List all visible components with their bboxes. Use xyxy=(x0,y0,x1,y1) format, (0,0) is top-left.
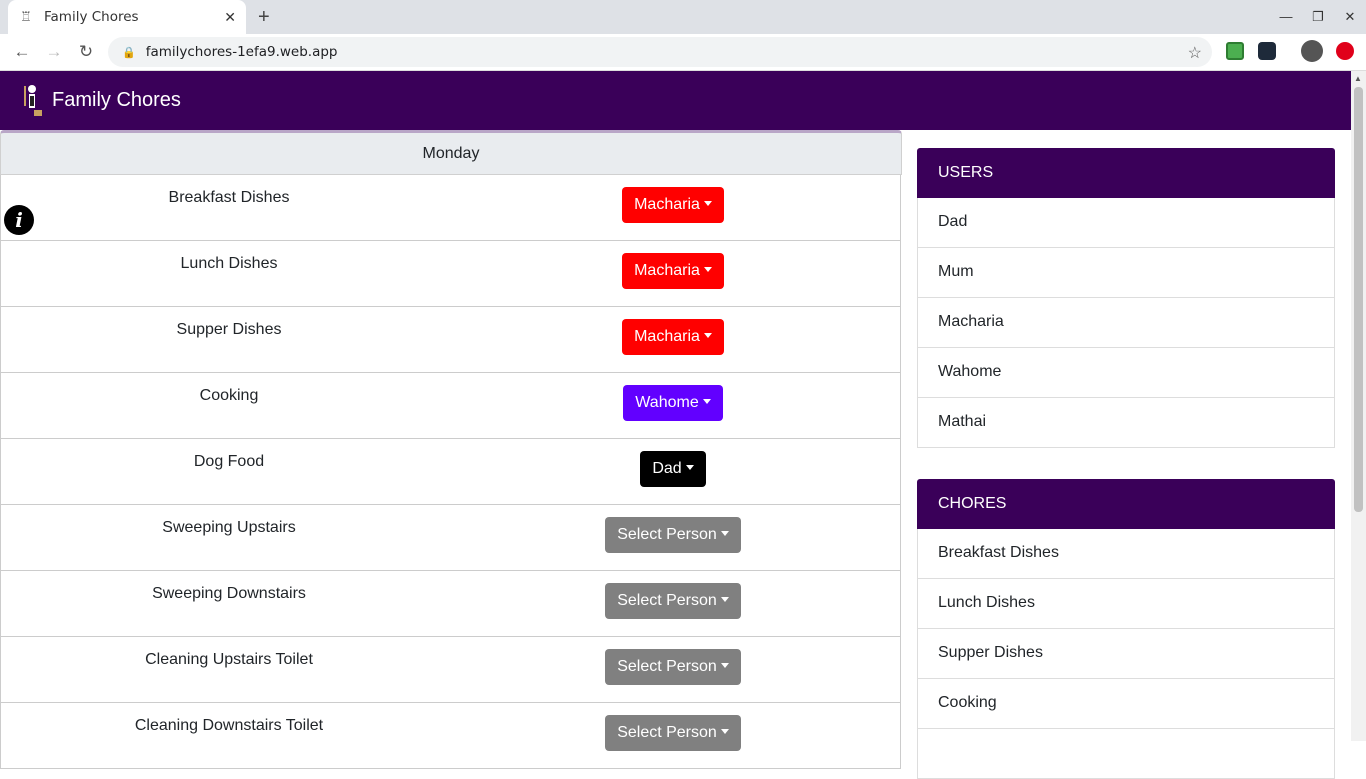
assignee-dropdown-wrap: Select Person xyxy=(457,583,889,619)
assignee-dropdown-wrap: Select Person xyxy=(457,517,889,553)
caret-down-icon xyxy=(720,597,729,603)
caret-down-icon xyxy=(703,201,712,207)
back-icon[interactable]: ← xyxy=(6,42,38,62)
chore-row: Sweeping Downstairs Select Person xyxy=(0,571,901,637)
page-scrollbar[interactable]: ▲ xyxy=(1351,71,1366,741)
chore-name: Cleaning Downstairs Toilet xyxy=(134,717,324,734)
chore-list-item[interactable]: Cooking xyxy=(917,679,1335,729)
close-window-icon[interactable]: ✕ xyxy=(1334,0,1366,34)
chore-list-item[interactable]: Lunch Dishes xyxy=(917,579,1335,629)
assignee-dropdown-button[interactable]: Select Person xyxy=(605,715,741,751)
lock-icon: 🔒 xyxy=(122,46,136,59)
reload-icon[interactable]: ↻ xyxy=(70,42,102,62)
user-list-item[interactable]: Mum xyxy=(917,248,1335,298)
assignee-dropdown-button[interactable]: Select Person xyxy=(605,583,741,619)
chore-row: Cleaning Upstairs Toilet Select Person xyxy=(0,637,901,703)
scrollbar-thumb[interactable] xyxy=(1354,87,1363,512)
assignee-dropdown-button[interactable]: Select Person xyxy=(605,517,741,553)
chore-name: Dog Food xyxy=(193,453,265,470)
chore-name: Lunch Dishes xyxy=(180,255,278,272)
assignee-label: Select Person xyxy=(617,658,717,675)
user-list-item[interactable]: Wahome xyxy=(917,348,1335,398)
scroll-up-icon[interactable]: ▲ xyxy=(1354,74,1362,83)
chore-name: Cooking xyxy=(199,387,259,404)
chore-name: Cleaning Upstairs Toilet xyxy=(145,651,313,668)
window-controls: — ❐ ✕ xyxy=(1270,0,1366,34)
caret-down-icon xyxy=(685,465,694,471)
new-tab-icon[interactable]: + xyxy=(258,6,270,28)
assignee-label: Select Person xyxy=(617,526,717,543)
chore-name: Sweeping Downstairs xyxy=(152,585,306,602)
close-tab-icon[interactable]: ✕ xyxy=(224,9,236,26)
info-icon[interactable]: i xyxy=(4,205,34,235)
chore-name: Supper Dishes xyxy=(176,321,282,338)
address-bar[interactable]: 🔒 familychores-1efa9.web.app ☆ xyxy=(108,37,1212,67)
assignee-dropdown-button[interactable]: Wahome xyxy=(623,385,723,421)
caret-down-icon xyxy=(703,333,712,339)
assignee-label: Macharia xyxy=(634,328,700,345)
chore-row: Cleaning Downstairs Toilet Select Person xyxy=(0,703,901,769)
chore-row: Dog Food Dad xyxy=(0,439,901,505)
chore-list-item[interactable]: Supper Dishes xyxy=(917,629,1335,679)
chore-row: Lunch Dishes Macharia xyxy=(0,241,901,307)
assignee-label: Select Person xyxy=(617,724,717,741)
restore-icon[interactable]: ❐ xyxy=(1302,0,1334,34)
day-schedule: Monday Breakfast Dishes Macharia Lunch Dis… xyxy=(0,130,902,769)
chore-row: Sweeping Upstairs Select Person xyxy=(0,505,901,571)
caret-down-icon xyxy=(720,729,729,735)
assignee-dropdown-wrap: Macharia xyxy=(457,253,889,289)
chore-name: Sweeping Upstairs xyxy=(162,519,296,536)
browser-tab-bar: ♖ Family Chores ✕ + — ❐ ✕ xyxy=(0,0,1366,34)
day-header: Monday xyxy=(0,130,902,175)
chore-list-item[interactable] xyxy=(917,729,1335,779)
assignee-label: Wahome xyxy=(635,394,699,411)
assignee-dropdown-wrap: Select Person xyxy=(457,649,889,685)
forward-icon[interactable]: → xyxy=(38,42,70,62)
user-list-item[interactable]: Mathai xyxy=(917,398,1335,448)
users-card-header: USERS xyxy=(917,148,1335,198)
user-list-item[interactable]: Dad xyxy=(917,198,1335,248)
users-card: USERS Dad Mum Macharia Wahome Mathai xyxy=(917,148,1335,448)
assignee-dropdown-wrap: Macharia xyxy=(457,319,889,355)
chore-row: Supper Dishes Macharia xyxy=(0,307,901,373)
browser-toolbar: ← → ↻ 🔒 familychores-1efa9.web.app ☆ xyxy=(0,34,1366,71)
react-devtools-icon[interactable] xyxy=(1258,42,1276,60)
caret-down-icon xyxy=(703,267,712,273)
assignee-label: Select Person xyxy=(617,592,717,609)
app-favicon-icon: ♖ xyxy=(20,9,32,24)
user-list-item[interactable]: Macharia xyxy=(917,298,1335,348)
chores-card-header: CHORES xyxy=(917,479,1335,529)
chore-name: Breakfast Dishes xyxy=(168,189,290,206)
assignee-dropdown-wrap: Wahome xyxy=(457,385,889,421)
assignee-label: Macharia xyxy=(634,262,700,279)
assignee-dropdown-button[interactable]: Macharia xyxy=(622,319,724,355)
assignee-dropdown-button[interactable]: Macharia xyxy=(622,253,724,289)
minimize-icon[interactable]: — xyxy=(1270,0,1302,34)
caret-down-icon xyxy=(702,399,711,405)
assignee-dropdown-button[interactable]: Dad xyxy=(640,451,706,487)
app-title: Family Chores xyxy=(52,89,181,111)
bookmark-star-icon[interactable]: ☆ xyxy=(1188,43,1202,63)
assignee-label: Dad xyxy=(652,460,682,477)
assignee-dropdown-button[interactable]: Macharia xyxy=(622,187,724,223)
chore-row: Cooking Wahome xyxy=(0,373,901,439)
chore-row: Breakfast Dishes Macharia xyxy=(0,175,901,241)
chore-list-item[interactable]: Breakfast Dishes xyxy=(917,529,1335,579)
chores-card: CHORES Breakfast Dishes Lunch Dishes Suppe… xyxy=(917,479,1335,779)
caret-down-icon xyxy=(720,531,729,537)
app-logo-icon xyxy=(20,84,44,118)
assignee-label: Macharia xyxy=(634,196,700,213)
browser-tab-title: Family Chores xyxy=(44,9,139,25)
extension-green-icon[interactable] xyxy=(1226,42,1244,60)
assignee-dropdown-wrap: Dad xyxy=(457,451,889,487)
assignee-dropdown-button[interactable]: Select Person xyxy=(605,649,741,685)
assignee-dropdown-wrap: Macharia xyxy=(457,187,889,223)
assignee-dropdown-wrap: Select Person xyxy=(457,715,889,751)
extension-red-icon[interactable] xyxy=(1336,42,1354,60)
url-text: familychores-1efa9.web.app xyxy=(145,44,338,60)
app-navbar: Family Chores xyxy=(0,71,1351,130)
profile-avatar[interactable] xyxy=(1301,40,1323,62)
caret-down-icon xyxy=(720,663,729,669)
browser-tab[interactable]: ♖ Family Chores ✕ xyxy=(8,0,246,34)
